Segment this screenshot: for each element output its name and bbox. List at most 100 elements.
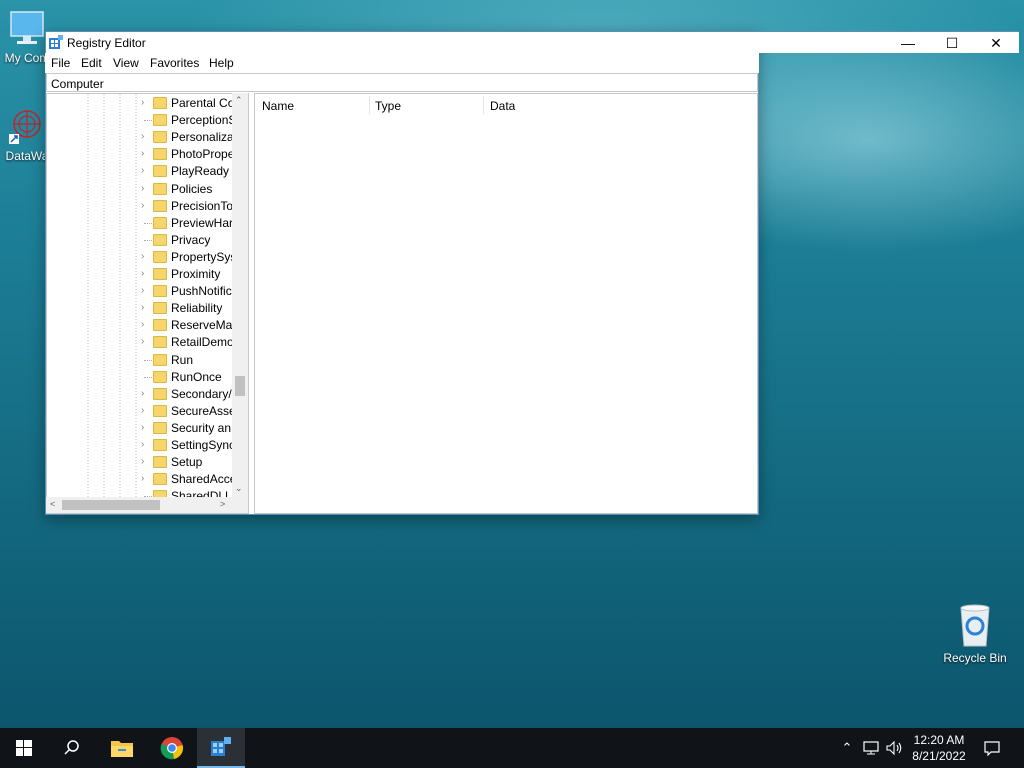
values-pane[interactable]: Name Type Data — [254, 93, 758, 514]
folder-icon — [153, 404, 167, 417]
address-bar[interactable]: Computer — [46, 73, 758, 92]
windows-logo-icon — [16, 740, 32, 756]
scroll-thumb[interactable] — [235, 376, 245, 396]
column-header-type[interactable]: Type — [375, 99, 401, 113]
tree-connector — [144, 120, 152, 122]
chevron-right-icon[interactable]: › — [141, 388, 151, 399]
chevron-right-icon[interactable]: › — [141, 473, 151, 484]
tree-node-label: PerceptionS — [171, 113, 237, 128]
tree-node-label: RetailDemo — [171, 335, 234, 350]
column-separator[interactable] — [483, 96, 484, 114]
folder-icon — [153, 97, 167, 109]
start-button[interactable] — [0, 728, 48, 768]
folder-icon — [153, 336, 167, 349]
network-button[interactable] — [860, 728, 882, 768]
desktop-icon-label: DataWa — [5, 149, 49, 163]
recycle-bin-icon — [960, 604, 990, 647]
tree-node-label: PrecisionTo — [171, 198, 234, 213]
tree-node-label: PreviewHar — [171, 215, 234, 230]
chevron-right-icon[interactable]: › — [141, 336, 151, 347]
registry-editor-icon — [211, 737, 231, 756]
chevron-right-icon[interactable]: › — [141, 422, 151, 433]
chevron-right-icon[interactable]: › — [141, 97, 151, 108]
tree-node-label: Personaliza — [171, 130, 234, 145]
chevron-right-icon[interactable]: › — [141, 456, 151, 467]
tree-node-label: Setup — [171, 455, 203, 470]
desktop-icon-label: Recycle Bin — [943, 651, 1007, 665]
chevron-right-icon[interactable]: › — [141, 285, 151, 296]
menu-help[interactable]: Help — [209, 56, 234, 70]
scroll-thumb[interactable] — [62, 500, 160, 510]
desktop-icon-label: My Com — [4, 51, 50, 65]
chevron-right-icon[interactable]: › — [141, 131, 151, 142]
show-hidden-icons-button[interactable]: ⌃ — [838, 728, 856, 768]
folder-icon — [153, 131, 167, 144]
chrome-button[interactable] — [148, 728, 196, 768]
column-header-name[interactable]: Name — [262, 99, 294, 113]
chevron-right-icon[interactable]: › — [141, 268, 151, 279]
taskbar: ⌃ 12:20 AM 8/21/2022 — [0, 728, 1024, 768]
clock-date: 8/21/2022 — [912, 749, 966, 763]
network-icon — [863, 741, 879, 755]
chevron-right-icon[interactable]: › — [141, 319, 151, 330]
chevron-right-icon[interactable]: › — [141, 251, 151, 262]
chevron-right-icon[interactable]: › — [141, 148, 151, 159]
scrollbar-corner — [232, 497, 248, 513]
folder-icon — [153, 216, 167, 229]
tree-connector — [144, 222, 152, 224]
action-center-button[interactable] — [980, 728, 1004, 768]
title-bar[interactable]: Registry Editor — ☐ ✕ — [45, 31, 1019, 53]
close-icon: ✕ — [990, 34, 1002, 51]
folder-icon — [153, 250, 167, 263]
menu-view[interactable]: View — [113, 56, 139, 70]
folder-icon — [153, 199, 167, 212]
tree-node-label: SettingSync — [171, 438, 236, 452]
speaker-icon — [886, 741, 902, 755]
scroll-left-icon[interactable]: < — [50, 499, 55, 509]
folder-icon — [153, 285, 167, 298]
tree-guide-lines — [87, 94, 137, 513]
scroll-right-icon[interactable]: > — [220, 499, 225, 509]
registry-editor-taskbar-button[interactable] — [197, 728, 245, 768]
key-tree-pane[interactable]: › Parental Co PerceptionS › Personaliza › Phot… — [46, 93, 249, 514]
scroll-down-icon[interactable]: ⌄ — [235, 483, 243, 494]
scroll-up-icon[interactable]: ⌃ — [235, 95, 243, 106]
chevron-right-icon[interactable]: › — [141, 439, 151, 450]
tree-connector — [144, 359, 152, 361]
tree-connector — [144, 376, 152, 378]
tree-node-label: Proximity — [171, 267, 221, 281]
tree-node-label: SharedAcce — [171, 472, 237, 487]
file-explorer-button[interactable] — [98, 728, 146, 768]
menu-favorites[interactable]: Favorites — [150, 56, 199, 70]
chevron-up-icon: ⌃ — [841, 740, 853, 755]
folder-icon — [153, 114, 167, 127]
menu-edit[interactable]: Edit — [81, 56, 102, 70]
tree-node-label: Run — [171, 352, 194, 367]
close-button[interactable]: ✕ — [974, 32, 1018, 54]
column-header-data[interactable]: Data — [490, 99, 515, 113]
tree-node-label: Reliability — [171, 301, 223, 316]
tree-vertical-scrollbar[interactable]: ⌃ ⌄ — [232, 93, 248, 497]
chevron-right-icon[interactable]: › — [141, 302, 151, 313]
folder-icon — [153, 302, 167, 315]
search-button[interactable] — [48, 728, 96, 768]
tree-connector — [144, 239, 152, 241]
tree-horizontal-scrollbar[interactable]: < > — [46, 497, 232, 513]
chevron-right-icon[interactable]: › — [141, 183, 151, 194]
tree-node-label: Policies — [171, 181, 213, 196]
desktop-icon-recycle-bin[interactable]: Recycle Bin — [938, 602, 1012, 665]
column-separator[interactable] — [369, 96, 370, 114]
tree-node-label: PropertySys — [171, 249, 237, 264]
clock[interactable]: 12:20 AM 8/21/2022 — [903, 732, 975, 764]
minimize-button[interactable]: — — [886, 32, 930, 54]
notification-icon — [984, 741, 1000, 756]
minimize-icon: — — [901, 35, 915, 51]
folder-icon — [153, 148, 167, 161]
folder-icon — [153, 421, 167, 434]
menu-file[interactable]: File — [51, 56, 70, 70]
chevron-right-icon[interactable]: › — [141, 165, 151, 176]
chevron-right-icon[interactable]: › — [141, 405, 151, 416]
chevron-right-icon[interactable]: › — [141, 200, 151, 211]
maximize-button[interactable]: ☐ — [930, 32, 974, 54]
tree-node-label: PhotoPrope — [171, 147, 235, 162]
